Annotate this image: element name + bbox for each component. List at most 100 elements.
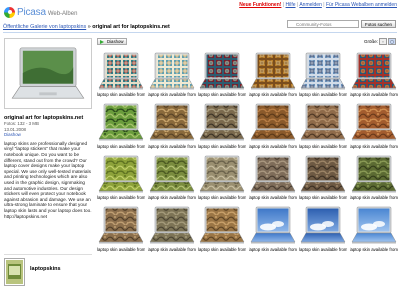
photo-caption[interactable]: laptop skin available from <box>299 92 347 97</box>
owner-avatar-image <box>6 260 23 284</box>
photo-thumbnail[interactable]: laptop skin available from <box>249 205 297 252</box>
size-label: Größe: <box>363 39 378 44</box>
breadcrumb-separator: » <box>87 24 91 30</box>
photo-thumbnail[interactable]: laptop skin available from <box>148 102 196 149</box>
laptop-skin-image <box>199 103 245 141</box>
photo-thumbnail[interactable]: laptop skin available from <box>148 153 196 200</box>
photo-caption[interactable]: laptop skin available from <box>299 144 347 149</box>
photo-caption[interactable]: laptop skin available from <box>97 92 145 97</box>
login-link[interactable]: Anmelden <box>299 2 322 8</box>
photo-caption[interactable]: laptop skin available from <box>198 247 246 252</box>
photo-thumbnail[interactable]: laptop skin available from <box>299 50 347 97</box>
photo-thumbnail[interactable]: laptop skin available from <box>350 102 398 149</box>
new-features-link[interactable]: Neue Funktionen! <box>239 2 281 8</box>
laptop-skin-image <box>199 52 245 89</box>
size-small-button[interactable]: ▫ <box>379 38 387 45</box>
picasa-logo-icon <box>4 6 15 18</box>
photo-thumbnail[interactable]: laptop skin available from <box>148 50 196 97</box>
photo-caption[interactable]: laptop skin available from <box>249 144 297 149</box>
photo-caption[interactable]: laptop skin available from <box>249 247 297 252</box>
photo-caption[interactable]: laptop skin available from <box>198 144 246 149</box>
laptop-skin-image <box>250 155 295 192</box>
photo-caption[interactable]: laptop skin available from <box>198 92 246 97</box>
slideshow-link[interactable]: Diashow <box>4 132 21 137</box>
photo-thumbnail[interactable]: laptop skin available from <box>148 205 196 252</box>
photo-thumbnail[interactable]: laptop skin available from <box>198 205 246 252</box>
laptop-skin-image <box>149 155 194 192</box>
size-large-button[interactable]: ◻ <box>388 38 396 45</box>
picasa-logo[interactable]: Picasa Web-Alben <box>4 5 79 19</box>
photo-thumbnail[interactable]: laptop skin available from <box>249 50 297 97</box>
photo-thumbnail[interactable]: laptop skin available from <box>350 50 398 97</box>
laptop-skin-image <box>149 52 194 89</box>
photo-caption[interactable]: laptop skin available from <box>97 144 145 149</box>
photo-thumbnail[interactable]: laptop skin available from <box>198 153 246 200</box>
photo-caption[interactable]: laptop skin available from <box>350 92 398 97</box>
photo-thumbnail[interactable]: laptop skin available from <box>350 153 398 200</box>
owner-name[interactable]: laptopskins <box>30 266 61 294</box>
photo-thumbnail[interactable]: laptop skin available from <box>299 102 347 149</box>
laptop-skin-image <box>300 52 346 89</box>
photo-thumbnail[interactable]: laptop skin available from <box>299 153 347 200</box>
laptop-skin-image <box>250 206 295 244</box>
album-cover-laptop-image <box>11 47 85 99</box>
photo-caption[interactable]: laptop skin available from <box>350 195 398 200</box>
photo-caption[interactable]: laptop skin available from <box>249 195 297 200</box>
photo-thumbnail[interactable]: laptop skin available from <box>198 102 246 149</box>
photo-thumbnail[interactable]: laptop skin available from <box>97 153 145 200</box>
owner-panel: laptopskins <box>4 254 92 294</box>
photo-thumbnail[interactable]: laptop skin available from <box>350 205 398 252</box>
photo-thumbnail[interactable]: laptop skin available from <box>299 205 347 252</box>
search-button[interactable]: Fotos suchen <box>360 20 396 28</box>
album-cover[interactable] <box>4 38 92 109</box>
photo-caption[interactable]: laptop skin available from <box>299 247 347 252</box>
photo-caption[interactable]: laptop skin available from <box>148 92 196 97</box>
photo-caption[interactable]: laptop skin available from <box>350 144 398 149</box>
laptop-skin-image <box>300 103 346 141</box>
photo-caption[interactable]: laptop skin available from <box>249 92 297 97</box>
laptop-skin-image <box>98 52 144 89</box>
view-controls: Diashow Größe: ▫ ◻ <box>97 38 398 47</box>
photo-caption[interactable]: laptop skin available from <box>148 195 196 200</box>
play-icon <box>100 40 104 44</box>
slideshow-label: Diashow <box>107 39 124 44</box>
photo-area: Diashow Größe: ▫ ◻ laptop skin available… <box>97 38 398 296</box>
help-link[interactable]: Hilfe <box>286 2 296 8</box>
search-input[interactable] <box>286 20 359 28</box>
photo-caption[interactable]: laptop skin available from <box>299 195 347 200</box>
photo-caption[interactable]: laptop skin available from <box>148 144 196 149</box>
photo-thumbnail[interactable]: laptop skin available from <box>97 205 145 252</box>
laptop-skin-image <box>149 103 194 141</box>
photo-caption[interactable]: laptop skin available from <box>350 247 398 252</box>
laptop-skin-image <box>300 155 346 192</box>
gallery-link[interactable]: Öffentliche Galerie von laptopskins <box>3 24 86 30</box>
laptop-skin-image <box>250 103 295 141</box>
photo-caption[interactable]: laptop skin available from <box>97 195 145 200</box>
brand-name: Picasa <box>17 6 46 18</box>
owner-avatar[interactable] <box>4 258 25 286</box>
breadcrumb-bar: Öffentliche Galerie von laptopskins » or… <box>3 20 397 33</box>
photo-thumbnail[interactable]: laptop skin available from <box>249 102 297 149</box>
laptop-skin-image <box>351 52 396 89</box>
laptop-skin-image <box>300 206 346 244</box>
breadcrumb-current: original art for laptopskins.net <box>92 24 170 30</box>
laptop-skin-image <box>351 155 396 192</box>
brand-sub: Web-Alben <box>47 10 78 17</box>
slideshow-button[interactable]: Diashow <box>97 38 128 45</box>
top-links: Neue Funktionen! | Hilfe | Anmelden | Fü… <box>239 2 397 8</box>
laptop-skin-image <box>98 103 144 141</box>
photo-thumbnail[interactable]: laptop skin available from <box>249 153 297 200</box>
album-sidebar: original art for laptopskins.net Fotos: … <box>4 38 92 295</box>
laptop-skin-image <box>199 155 245 192</box>
laptop-skin-image <box>98 155 144 192</box>
laptop-skin-image <box>250 52 295 89</box>
laptop-skin-image <box>98 206 144 244</box>
photo-caption[interactable]: laptop skin available from <box>97 247 145 252</box>
picasa-login-link[interactable]: Für Picasa Webalben anmelden <box>326 2 397 8</box>
photo-caption[interactable]: laptop skin available from <box>148 247 196 252</box>
photo-thumbnail[interactable]: laptop skin available from <box>97 102 145 149</box>
photo-caption[interactable]: laptop skin available from <box>198 195 246 200</box>
top-bar: Picasa Web-Alben Neue Funktionen! | Hilf… <box>0 0 400 22</box>
photo-thumbnail[interactable]: laptop skin available from <box>97 50 145 97</box>
photo-thumbnail[interactable]: laptop skin available from <box>198 50 246 97</box>
